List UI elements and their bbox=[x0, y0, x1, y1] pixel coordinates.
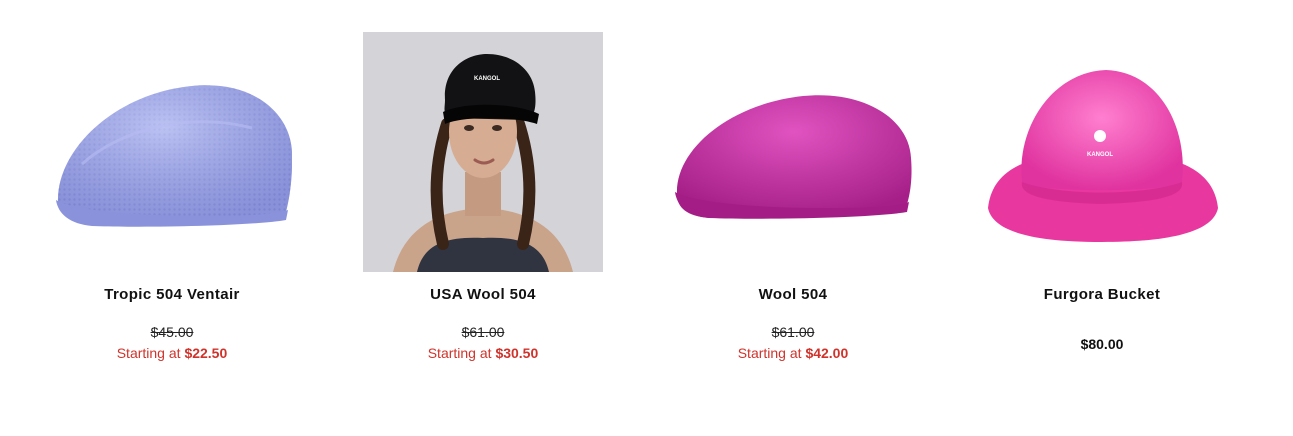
brand-logo-text: KANGOL bbox=[474, 76, 500, 82]
original-price: $61.00 bbox=[461, 324, 505, 340]
sale-price: $22.50 bbox=[184, 345, 228, 361]
sale-price: $42.00 bbox=[805, 345, 849, 361]
product-card: Tropic 504 Ventair $45.00 Starting at $2… bbox=[52, 32, 292, 362]
sale-price: $30.50 bbox=[495, 345, 539, 361]
original-price: $45.00 bbox=[150, 324, 194, 340]
price: $80.00 bbox=[1080, 336, 1124, 352]
product-card: KANGOL Furgora Bucket $80.00 bbox=[982, 32, 1222, 362]
original-price: $61.00 bbox=[771, 324, 815, 340]
sale-prefix: Starting at bbox=[116, 345, 181, 361]
sale-price-line: Starting at $42.00 bbox=[673, 343, 913, 364]
magenta-flat-cap-image bbox=[675, 95, 912, 219]
product-card: Wool 504 $61.00 Starting at $42.00 bbox=[673, 32, 913, 362]
price-block: $61.00 Starting at $42.00 bbox=[673, 322, 913, 362]
sale-prefix: Starting at bbox=[737, 345, 802, 361]
product-name[interactable]: USA Wool 504 bbox=[363, 286, 603, 306]
pink-bucket-hat-image: KANGOL bbox=[988, 70, 1218, 242]
product-name[interactable]: Wool 504 bbox=[673, 286, 913, 306]
sale-price-line: Starting at $22.50 bbox=[52, 343, 292, 364]
product-image-link[interactable] bbox=[673, 32, 913, 272]
sale-prefix: Starting at bbox=[427, 345, 492, 361]
product-image-link[interactable] bbox=[52, 32, 292, 272]
product-image-link[interactable]: KANGOL bbox=[982, 32, 1222, 272]
product-name[interactable]: Tropic 504 Ventair bbox=[52, 286, 292, 306]
product-grid: Tropic 504 Ventair $45.00 Starting at $2… bbox=[0, 0, 1293, 436]
periwinkle-flat-cap-image bbox=[56, 85, 292, 227]
product-image-link[interactable]: KANGOL bbox=[363, 32, 603, 272]
sale-price-line: Starting at $30.50 bbox=[363, 343, 603, 364]
product-name[interactable]: Furgora Bucket bbox=[982, 286, 1222, 306]
brand-logo-text: KANGOL bbox=[1087, 152, 1113, 158]
price-block: $45.00 Starting at $22.50 bbox=[52, 322, 292, 362]
model-black-cap-image: KANGOL bbox=[363, 32, 603, 272]
product-card: KANGOL USA Wool 504 $61.00 Starting at $… bbox=[363, 32, 603, 362]
price-block: $80.00 bbox=[982, 322, 1222, 362]
price-block: $61.00 Starting at $30.50 bbox=[363, 322, 603, 362]
